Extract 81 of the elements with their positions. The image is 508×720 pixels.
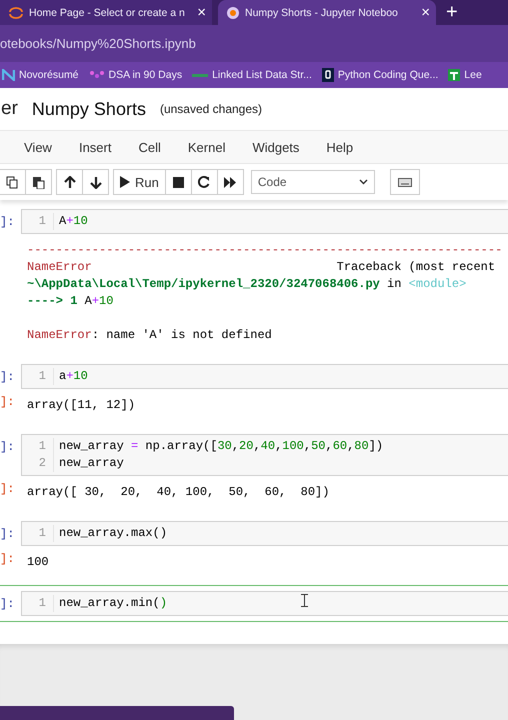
keyboard-icon xyxy=(398,178,412,186)
stop-button[interactable] xyxy=(164,169,192,195)
q-logo-icon xyxy=(322,68,334,82)
line-number: 1 xyxy=(38,595,46,612)
bookmark-link[interactable]: Python Coding Que... xyxy=(322,68,438,82)
input-prompt: ]: xyxy=(0,369,16,384)
output-line: ------------------------------------------------------------------ xyxy=(27,242,502,259)
copy-icon xyxy=(6,176,19,188)
restart-icon xyxy=(198,176,210,188)
move-up-button[interactable] xyxy=(56,169,83,195)
fast-forward-icon xyxy=(224,176,237,188)
n-logo-icon xyxy=(2,69,15,81)
code-line: a+10 xyxy=(59,368,88,385)
copy-button[interactable] xyxy=(0,169,26,195)
input-prompt: ]: xyxy=(0,596,16,611)
code-input[interactable]: 1 new_array.max() xyxy=(21,521,508,546)
keyboard-button[interactable] xyxy=(390,169,420,195)
line-number: 1 xyxy=(38,438,46,455)
bookmark-link[interactable]: Novorésumé xyxy=(2,69,79,81)
menu-item[interactable]: Insert xyxy=(66,140,124,154)
code-line: new_array xyxy=(59,455,125,472)
code-line: new_array.min() xyxy=(59,595,168,612)
menu-item[interactable]: Help xyxy=(314,140,366,154)
notebook-title[interactable]: Numpy Shorts xyxy=(32,98,146,120)
menu-item[interactable]: Kernel xyxy=(176,140,238,154)
menu-item[interactable]: Widgets xyxy=(240,140,312,154)
save-status: (unsaved changes) xyxy=(160,102,262,116)
output-line: ~\AppData\Local\Temp/ipykernel_2320/3247068406.py in <module> xyxy=(27,276,468,293)
clipboard-icon xyxy=(32,176,45,188)
restart-button[interactable] xyxy=(190,169,218,195)
code-line: new_array.max() xyxy=(59,525,168,542)
new-tab-button[interactable]: + xyxy=(436,0,468,25)
output-line: 100 xyxy=(27,554,49,571)
line-number: 2 xyxy=(38,455,46,472)
line-number: 1 xyxy=(38,213,46,230)
fast-forward-button[interactable] xyxy=(216,169,244,195)
input-prompt: ]: xyxy=(0,214,16,229)
code-input[interactable]: 1 2 new_array = np.array([30,20,40,100,50,60,80]) new_array xyxy=(21,434,508,476)
output-line: array([11, 12]) xyxy=(27,397,136,414)
arc-logo-icon xyxy=(8,6,24,18)
code-input[interactable]: 1 new_array.min() xyxy=(21,591,508,616)
output-prompt: ]: xyxy=(0,481,16,496)
code-input[interactable]: 1 a+10 xyxy=(21,364,508,389)
output-line: ----> 1 A+10 xyxy=(27,293,114,310)
paste-button[interactable] xyxy=(25,169,52,195)
run-button[interactable]: Run xyxy=(113,169,166,195)
plus-logo-icon xyxy=(448,69,460,81)
cell-type-select[interactable]: Code xyxy=(250,170,375,194)
play-icon xyxy=(120,176,130,188)
code-line: new_array = np.array([30,20,40,100,50,60,80]) xyxy=(59,438,384,455)
logo-text[interactable]: er xyxy=(1,98,18,120)
close-icon[interactable]: × xyxy=(197,4,206,21)
text-cursor-icon xyxy=(301,594,308,607)
code-line: A+10 xyxy=(59,213,88,230)
jupyter-logo-icon xyxy=(226,6,240,20)
dash-icon xyxy=(192,72,208,78)
output-prompt: ]: xyxy=(0,394,16,409)
stop-icon xyxy=(172,176,184,188)
arrow-up-icon xyxy=(64,176,76,188)
line-number: 1 xyxy=(38,368,46,385)
chevron-down-icon xyxy=(358,179,368,185)
address-field[interactable]: otebooks/Numpy%20Shorts.ipynb xyxy=(0,36,196,51)
bookmark-link[interactable]: Lee xyxy=(448,69,482,81)
input-prompt: ]: xyxy=(0,439,16,454)
move-down-button[interactable] xyxy=(82,169,109,195)
input-prompt: ]: xyxy=(0,526,16,541)
menu-item[interactable]: Cell xyxy=(126,140,173,154)
output-line: NameError: name 'A' is not defined xyxy=(27,327,273,344)
menu-item[interactable]: View xyxy=(12,140,64,154)
bookmark-link[interactable]: DSA in 90 Days xyxy=(88,69,182,81)
output-prompt: ]: xyxy=(0,551,16,566)
output-line: array([ 30, 20, 40, 100, 50, 60, 80]) xyxy=(27,484,330,501)
browser-tab[interactable]: Home Page - Select or create a n × xyxy=(0,0,212,25)
arrow-down-icon xyxy=(90,176,102,188)
bookmark-link[interactable]: Linked List Data Str... xyxy=(192,69,312,81)
output-line: NameError Traceback (most recent xyxy=(27,259,496,276)
code-input[interactable]: 1 A+10 xyxy=(21,209,508,234)
browser-tab[interactable]: Numpy Shorts - Jupyter Noteboo × xyxy=(218,0,436,25)
dots-icon xyxy=(88,70,105,80)
close-icon[interactable]: × xyxy=(421,4,430,21)
line-number: 1 xyxy=(38,525,46,542)
